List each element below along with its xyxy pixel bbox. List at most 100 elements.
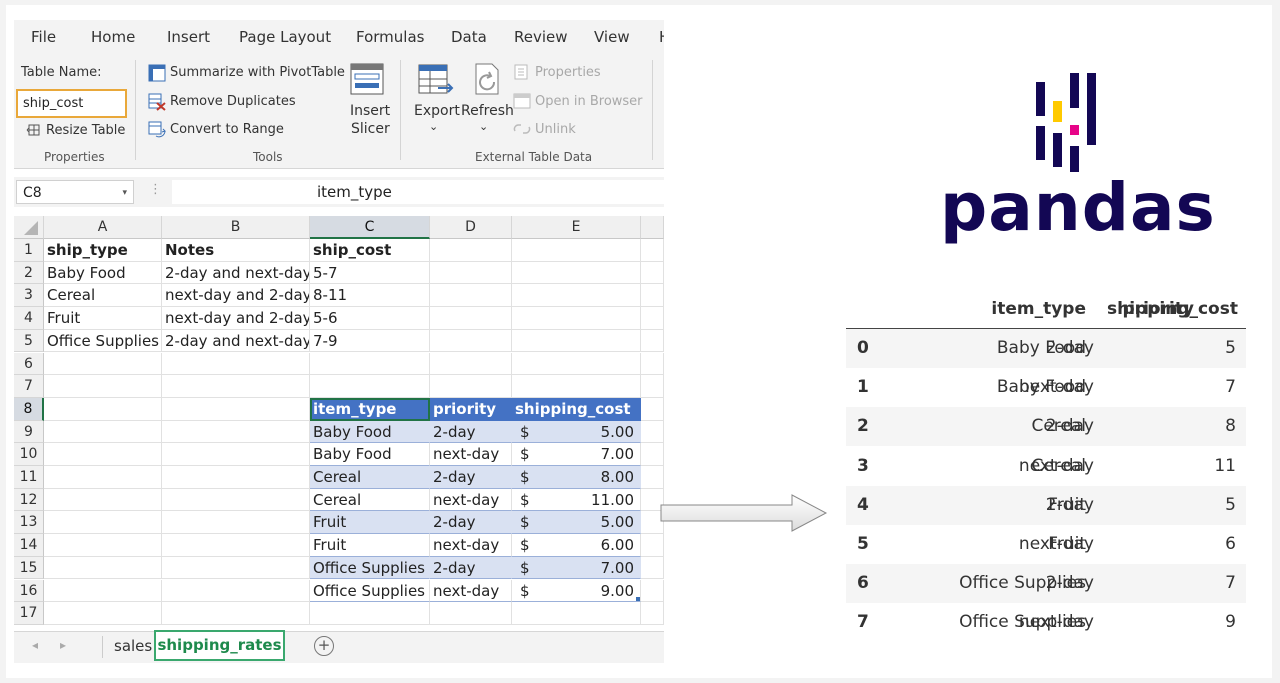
column-header[interactable] bbox=[641, 216, 664, 239]
cell[interactable] bbox=[641, 443, 664, 466]
cell[interactable] bbox=[162, 556, 310, 580]
cell[interactable] bbox=[310, 375, 430, 398]
data-cell[interactable]: shipping_cost bbox=[512, 397, 641, 421]
export-icon[interactable] bbox=[418, 64, 454, 98]
data-cell[interactable]: Cereal bbox=[310, 466, 430, 489]
cell[interactable] bbox=[44, 466, 162, 489]
cell[interactable] bbox=[162, 420, 310, 444]
table-name-input[interactable]: ship_cost bbox=[16, 89, 127, 118]
column-header[interactable]: E bbox=[512, 216, 641, 239]
cell[interactable] bbox=[430, 284, 512, 308]
cell[interactable] bbox=[44, 420, 162, 444]
data-cell[interactable]: Cereal bbox=[310, 488, 430, 512]
cell[interactable] bbox=[641, 579, 664, 603]
cell[interactable] bbox=[44, 602, 162, 625]
name-box[interactable]: C8 ▾ bbox=[16, 180, 134, 204]
data-cell[interactable]: Fruit bbox=[310, 534, 430, 557]
cell[interactable] bbox=[641, 307, 664, 330]
cell[interactable] bbox=[512, 352, 641, 376]
cell[interactable] bbox=[430, 602, 512, 625]
cell[interactable] bbox=[430, 352, 512, 376]
cell[interactable] bbox=[430, 307, 512, 330]
export-button[interactable]: Export bbox=[414, 103, 460, 119]
remove-duplicates-button[interactable]: Remove Duplicates bbox=[170, 94, 296, 109]
cell[interactable] bbox=[44, 488, 162, 512]
data-cell[interactable]: 2-day bbox=[430, 511, 512, 535]
data-cell[interactable]: 2-day and next-day bbox=[162, 329, 310, 353]
cell[interactable] bbox=[512, 284, 641, 308]
row-header[interactable]: 7 bbox=[14, 375, 44, 398]
sheet-tab-shipping-rates[interactable]: shipping_rates bbox=[154, 630, 285, 661]
menu-data[interactable]: Data bbox=[451, 28, 487, 46]
data-cell[interactable]: next-day bbox=[430, 579, 512, 603]
data-cell[interactable]: 2-day bbox=[430, 466, 512, 489]
menu-review[interactable]: Review bbox=[514, 28, 568, 46]
row-header[interactable]: 1 bbox=[14, 239, 44, 262]
cell[interactable] bbox=[44, 397, 162, 421]
row-header[interactable]: 5 bbox=[14, 329, 44, 353]
table-cell-amount[interactable]: $5.00 bbox=[512, 420, 641, 444]
menu-home[interactable]: Home bbox=[91, 28, 135, 46]
table-cell-amount[interactable]: $11.00 bbox=[512, 488, 641, 512]
row-header[interactable]: 14 bbox=[14, 534, 44, 557]
cell[interactable] bbox=[162, 511, 310, 535]
unlink-button[interactable]: Unlink bbox=[535, 122, 576, 137]
menu-insert[interactable]: Insert bbox=[167, 28, 210, 46]
column-header[interactable]: B bbox=[162, 216, 310, 239]
data-cell[interactable]: Notes bbox=[162, 239, 310, 262]
cell[interactable] bbox=[641, 420, 664, 444]
cell[interactable] bbox=[641, 261, 664, 285]
cell[interactable] bbox=[44, 443, 162, 466]
data-cell[interactable]: Baby Food bbox=[310, 420, 430, 444]
resize-table-button[interactable]: Resize Table bbox=[46, 123, 125, 138]
cell[interactable] bbox=[310, 352, 430, 376]
cell[interactable] bbox=[162, 579, 310, 603]
data-cell[interactable]: next-day bbox=[430, 443, 512, 466]
data-cell[interactable]: 5-7 bbox=[310, 261, 430, 285]
cell[interactable] bbox=[641, 397, 664, 421]
row-header[interactable]: 6 bbox=[14, 352, 44, 376]
select-all-corner[interactable] bbox=[14, 216, 44, 239]
name-box-dropdown-icon[interactable]: ▾ bbox=[122, 181, 127, 205]
data-cell[interactable]: Cereal bbox=[44, 284, 162, 308]
cell[interactable] bbox=[44, 352, 162, 376]
menu-help[interactable]: H bbox=[659, 28, 664, 46]
cell[interactable] bbox=[641, 556, 664, 580]
add-sheet-icon[interactable]: + bbox=[314, 636, 334, 656]
cell[interactable] bbox=[512, 307, 641, 330]
cell[interactable] bbox=[162, 466, 310, 489]
cell[interactable] bbox=[162, 352, 310, 376]
table-cell-amount[interactable]: $6.00 bbox=[512, 534, 641, 557]
refresh-icon[interactable] bbox=[470, 62, 506, 98]
data-cell[interactable]: next-day bbox=[430, 488, 512, 512]
cell[interactable] bbox=[512, 239, 641, 262]
table-cell-amount[interactable]: $7.00 bbox=[512, 556, 641, 580]
formula-input[interactable]: item_type bbox=[172, 180, 664, 204]
data-cell[interactable]: ship_type bbox=[44, 239, 162, 262]
data-cell[interactable]: 2-day bbox=[430, 556, 512, 580]
more-options-icon[interactable]: ⋮ bbox=[149, 182, 162, 197]
cell[interactable] bbox=[162, 534, 310, 557]
data-cell[interactable]: Office Supplies bbox=[310, 556, 430, 580]
table-resize-handle[interactable] bbox=[636, 597, 640, 602]
column-header[interactable]: D bbox=[430, 216, 512, 239]
cell[interactable] bbox=[512, 602, 641, 625]
cell[interactable] bbox=[641, 329, 664, 353]
cell[interactable] bbox=[430, 375, 512, 398]
menu-page-layout[interactable]: Page Layout bbox=[239, 28, 331, 46]
cell[interactable] bbox=[641, 239, 664, 262]
row-header[interactable]: 16 bbox=[14, 579, 44, 603]
export-dropdown-icon[interactable]: ⌄ bbox=[429, 120, 438, 133]
insert-slicer-label-1[interactable]: Insert bbox=[350, 103, 390, 119]
data-cell[interactable]: 2-day bbox=[430, 420, 512, 444]
cell[interactable] bbox=[512, 375, 641, 398]
row-header[interactable]: 4 bbox=[14, 307, 44, 330]
table-cell-amount[interactable]: $9.00 bbox=[512, 579, 641, 603]
sheet-tab-sales[interactable]: sales bbox=[114, 637, 152, 655]
tab-scroll-right-icon[interactable]: ▸ bbox=[60, 638, 66, 652]
cell[interactable] bbox=[162, 488, 310, 512]
data-cell[interactable]: next-day and 2-day bbox=[162, 307, 310, 330]
data-cell[interactable]: 2-day and next-day bbox=[162, 261, 310, 285]
cell[interactable] bbox=[44, 511, 162, 535]
properties-button[interactable]: Properties bbox=[535, 65, 601, 80]
